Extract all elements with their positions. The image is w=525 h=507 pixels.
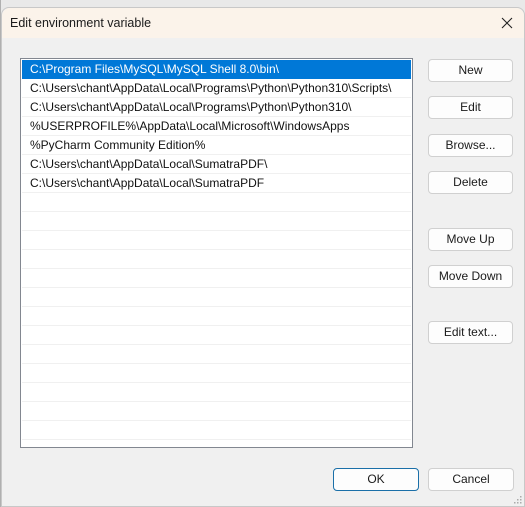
ok-button[interactable]: OK bbox=[333, 468, 419, 491]
edit-environment-variable-dialog: Edit environment variable C:\Program Fil… bbox=[1, 7, 525, 507]
close-icon bbox=[501, 17, 513, 29]
list-item[interactable]: %USERPROFILE%\AppData\Local\Microsoft\Wi… bbox=[22, 117, 411, 136]
delete-button[interactable]: Delete bbox=[428, 171, 513, 194]
title-bar: Edit environment variable bbox=[2, 8, 524, 38]
list-item[interactable]: C:\Users\chant\AppData\Local\Programs\Py… bbox=[22, 98, 411, 117]
empty-list-row[interactable] bbox=[22, 364, 411, 383]
empty-list-row[interactable] bbox=[22, 307, 411, 326]
dialog-title: Edit environment variable bbox=[10, 16, 152, 30]
empty-list-row[interactable] bbox=[22, 269, 411, 288]
new-button[interactable]: New bbox=[428, 59, 513, 82]
resize-grip-icon[interactable] bbox=[512, 494, 522, 504]
empty-list-row[interactable] bbox=[22, 231, 411, 250]
empty-list-row[interactable] bbox=[22, 383, 411, 402]
empty-list-row[interactable] bbox=[22, 440, 411, 447]
browse-button[interactable]: Browse... bbox=[428, 134, 513, 157]
empty-list-row[interactable] bbox=[22, 193, 411, 212]
path-list[interactable]: C:\Program Files\MySQL\MySQL Shell 8.0\b… bbox=[20, 58, 413, 448]
empty-list-row[interactable] bbox=[22, 250, 411, 269]
list-item[interactable]: C:\Users\chant\AppData\Local\Programs\Py… bbox=[22, 79, 411, 98]
move-up-button[interactable]: Move Up bbox=[428, 228, 513, 251]
empty-list-row[interactable] bbox=[22, 326, 411, 345]
edit-button[interactable]: Edit bbox=[428, 96, 513, 119]
empty-list-row[interactable] bbox=[22, 288, 411, 307]
empty-list-row[interactable] bbox=[22, 402, 411, 421]
move-down-button[interactable]: Move Down bbox=[428, 265, 513, 288]
cancel-button[interactable]: Cancel bbox=[428, 468, 514, 491]
list-item[interactable]: C:\Users\chant\AppData\Local\SumatraPDF\ bbox=[22, 155, 411, 174]
empty-list-row[interactable] bbox=[22, 212, 411, 231]
list-item[interactable]: %PyCharm Community Edition% bbox=[22, 136, 411, 155]
list-item[interactable]: C:\Users\chant\AppData\Local\SumatraPDF bbox=[22, 174, 411, 193]
edit-text-button[interactable]: Edit text... bbox=[428, 321, 513, 344]
empty-list-row[interactable] bbox=[22, 421, 411, 440]
close-button[interactable] bbox=[496, 12, 518, 34]
empty-list-row[interactable] bbox=[22, 345, 411, 364]
list-item[interactable]: C:\Program Files\MySQL\MySQL Shell 8.0\b… bbox=[22, 60, 411, 79]
